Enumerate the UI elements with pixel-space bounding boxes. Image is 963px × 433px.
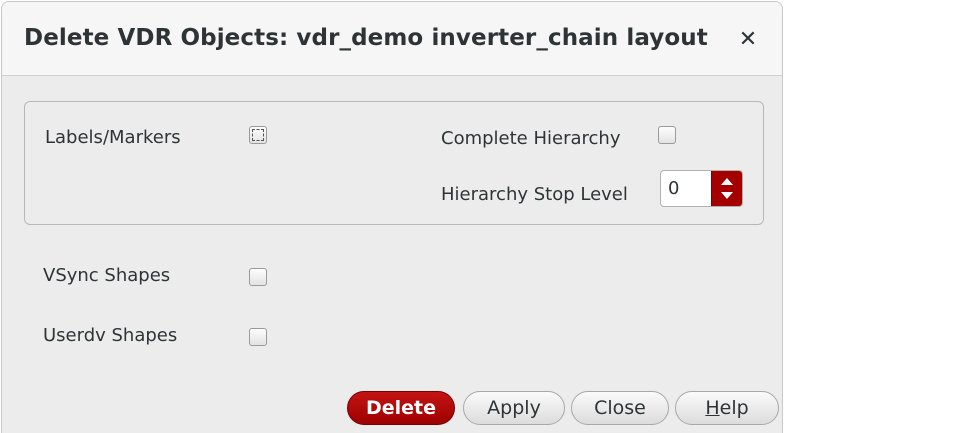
dialog-titlebar: Delete VDR Objects: vdr_demo inverter_ch… xyxy=(2,2,782,76)
close-button[interactable]: Close xyxy=(571,391,669,425)
complete-hierarchy-checkbox[interactable] xyxy=(658,126,676,144)
labels-markers-label: Labels/Markers xyxy=(45,127,181,148)
help-mnemonic: H xyxy=(705,397,720,419)
help-button[interactable]: Help xyxy=(675,391,779,425)
userdv-shapes-label: Userdv Shapes xyxy=(43,325,178,346)
vsync-shapes-checkbox[interactable] xyxy=(249,268,267,286)
arrow-down-icon[interactable] xyxy=(721,192,733,199)
hierarchy-stop-level-label: Hierarchy Stop Level xyxy=(441,184,628,205)
spin-stepper-button[interactable] xyxy=(711,171,742,206)
hierarchy-stop-level-input[interactable] xyxy=(661,171,711,206)
dialog-title: Delete VDR Objects: vdr_demo inverter_ch… xyxy=(24,25,708,51)
help-label-rest: elp xyxy=(719,397,749,419)
hierarchy-options-group xyxy=(24,101,764,225)
arrow-up-icon[interactable] xyxy=(721,178,733,185)
apply-button[interactable]: Apply xyxy=(463,391,565,425)
delete-vdr-objects-dialog: Delete VDR Objects: vdr_demo inverter_ch… xyxy=(1,1,783,433)
hierarchy-stop-level-spinbox xyxy=(660,170,743,207)
vsync-shapes-label: VSync Shapes xyxy=(43,265,171,286)
close-icon[interactable]: ✕ xyxy=(737,29,759,51)
delete-button[interactable]: Delete xyxy=(347,391,455,425)
userdv-shapes-checkbox[interactable] xyxy=(249,328,267,346)
labels-markers-checkbox[interactable] xyxy=(249,126,267,144)
complete-hierarchy-label: Complete Hierarchy xyxy=(441,128,621,149)
